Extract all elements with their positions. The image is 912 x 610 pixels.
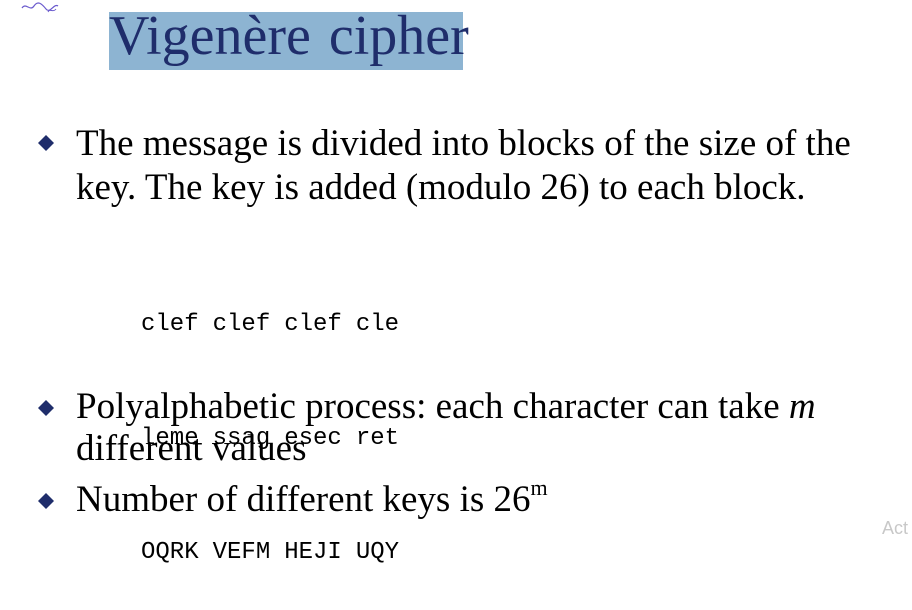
title-word-2-text: cipher (328, 5, 469, 67)
bullet-2-variable: m (788, 386, 816, 427)
code-block: clef (284, 311, 342, 338)
code-block: UQY (355, 539, 400, 566)
diamond-bullet-icon (38, 400, 54, 416)
code-block: clef (141, 311, 199, 338)
slide-title: Vigenère cipher (109, 2, 471, 78)
activation-watermark: Act (882, 518, 909, 534)
diamond-bullet-icon (38, 135, 54, 151)
bullet-3-line-1: Number of different keys is 26m (76, 475, 548, 522)
title-word-1: Vigenère (109, 2, 339, 70)
code-row-ciphertext: OQRK VEFM HEJI UQY (141, 534, 399, 572)
bullet-2-prefix: Polyalphabetic process: each character c… (76, 386, 789, 427)
title-word-1-text: Vigenère (109, 5, 311, 67)
code-block: VEFM (212, 539, 271, 566)
code-block: cle (355, 311, 400, 338)
diamond-bullet-icon (38, 493, 54, 509)
code-block: HEJI (284, 539, 342, 566)
bullet-1-line-2: key. The key is added (modulo 26) to eac… (76, 167, 806, 208)
bullet-1-line-1: The message is divided into blocks of th… (76, 123, 851, 164)
bullet-2-line-2: different values (76, 428, 307, 469)
code-block: OQRK (141, 539, 199, 566)
code-row-key: clef clef clef cle (141, 306, 399, 344)
bullet-2-line-1: Polyalphabetic process: each character c… (76, 385, 816, 429)
pen-scribble-icon (21, 2, 59, 13)
code-block: clef (212, 311, 271, 338)
bullet-3-text: Number of different keys is 26 (76, 479, 531, 520)
bullet-3-exponent: m (530, 475, 548, 500)
title-word-2: cipher (328, 2, 471, 70)
